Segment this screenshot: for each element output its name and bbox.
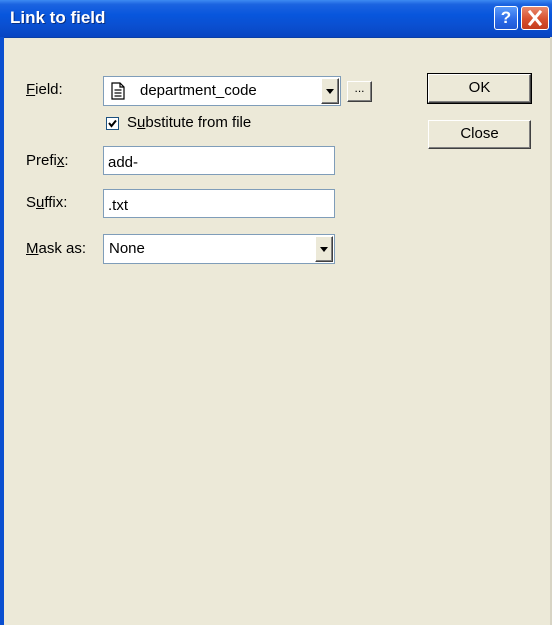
ok-button[interactable]: OK — [427, 73, 532, 104]
chevron-down-icon — [326, 89, 334, 94]
close-window-button[interactable] — [521, 6, 549, 30]
mask-label: Mask as: — [26, 240, 87, 257]
close-button[interactable]: Close — [428, 120, 531, 149]
window-title: Link to field — [10, 8, 106, 27]
browse-button[interactable]: ... — [347, 81, 372, 102]
field-value: department_code — [140, 82, 257, 99]
prefix-label: Prefix: — [26, 152, 69, 169]
prefix-input[interactable] — [103, 146, 335, 175]
mask-dropdown-button[interactable] — [315, 236, 333, 262]
help-button[interactable]: ? — [494, 6, 518, 30]
close-icon — [527, 9, 543, 27]
window-border-left — [0, 37, 4, 625]
field-select[interactable]: department_code — [103, 76, 341, 106]
help-icon: ? — [500, 8, 512, 27]
chevron-down-icon — [320, 247, 328, 252]
field-dropdown-button[interactable] — [321, 78, 339, 104]
mask-value: None — [109, 240, 145, 257]
substitute-label[interactable]: Substitute from file — [127, 114, 251, 131]
document-icon — [111, 82, 125, 100]
field-label: Field: — [26, 81, 63, 98]
title-bar[interactable]: Link to field ? — [0, 0, 552, 38]
mask-select[interactable]: None — [103, 234, 335, 264]
suffix-input[interactable] — [103, 189, 335, 218]
suffix-label: Suffix: — [26, 194, 68, 211]
check-icon — [108, 119, 117, 128]
substitute-checkbox[interactable] — [106, 117, 119, 130]
